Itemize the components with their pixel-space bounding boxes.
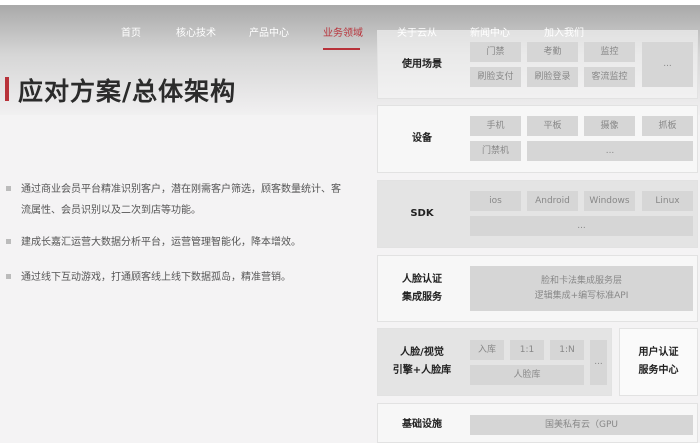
bullet-icon — [6, 186, 11, 191]
cell: 手机 — [470, 116, 521, 136]
row-label: SDK — [410, 208, 434, 219]
cell: ... — [590, 340, 607, 385]
nav-active-underline — [323, 48, 360, 50]
cell: 国美私有云（GPU — [470, 415, 693, 435]
cell: 门禁机 — [470, 141, 521, 161]
row-engine: 人脸/视觉 引擎+人脸库 — [377, 328, 612, 396]
cell: 抓板 — [642, 116, 693, 136]
row-label: 引擎+人脸库 — [392, 365, 452, 376]
cell-line: 脸和卡法集成服务层 — [540, 275, 622, 286]
cell: 脸和卡法集成服务层 逻辑集成+编写标准API — [470, 266, 693, 311]
title-accent-bar — [5, 77, 9, 101]
user-auth-center: 用户认证 服务中心 — [619, 328, 698, 396]
nav-core-tech[interactable]: 核心技术 — [176, 24, 216, 39]
row-label: 人脸认证 — [402, 274, 442, 285]
cell: Linux — [642, 191, 693, 211]
cell: ... — [527, 141, 693, 161]
cell: 客流监控 — [584, 67, 635, 87]
cell: ... — [642, 42, 693, 87]
cell: 刷脸支付 — [470, 67, 521, 87]
cell: 摄像 — [584, 116, 635, 136]
row-label: 服务中心 — [638, 365, 679, 376]
bullet-text: 通过线下互动游戏，打通顾客线上线下数据孤岛，精准营销。 — [21, 272, 291, 283]
cell-line: 逻辑集成+编写标准API — [534, 290, 629, 301]
row-label: 使用场景 — [402, 59, 442, 70]
cell: 刷脸登录 — [527, 67, 578, 87]
cell: Windows — [584, 191, 635, 211]
cell: Android — [527, 191, 578, 211]
nav-join[interactable]: 加入我们 — [544, 24, 584, 39]
cell: 考勤 — [527, 42, 578, 62]
cell: 1:N — [550, 340, 584, 360]
row-label: 用户认证 — [638, 347, 679, 358]
row-label: 集成服务 — [402, 292, 442, 303]
cell: 人脸库 — [470, 365, 584, 385]
cell: 入库 — [470, 340, 504, 360]
cell: 平板 — [527, 116, 578, 136]
cell: 1:1 — [510, 340, 544, 360]
cell: ... — [470, 216, 693, 236]
nav-about[interactable]: 关于云从 — [397, 24, 437, 39]
row-label: 设备 — [412, 133, 432, 144]
row-label: 基础设施 — [402, 419, 442, 430]
page-title: 应对方案/总体架构 — [18, 77, 237, 106]
bullet-icon — [6, 274, 11, 279]
nav-business[interactable]: 业务领域 — [323, 24, 363, 39]
bullet-text: 通过商业会员平台精准识别客户，潜在刚需客户筛选，顾客数量统计、客流属性、会员识别… — [21, 184, 341, 216]
nav-news[interactable]: 新闻中心 — [470, 24, 510, 39]
cell: 门禁 — [470, 42, 521, 62]
nav-home[interactable]: 首页 — [121, 24, 141, 39]
bullet-icon — [6, 239, 11, 244]
bullet-text: 建成长嘉汇运营大数据分析平台，运营管理智能化，降本增效。 — [21, 237, 301, 248]
row-label: 人脸/视觉 — [400, 347, 444, 358]
cell: ios — [470, 191, 521, 211]
cell: 监控 — [584, 42, 635, 62]
nav-products[interactable]: 产品中心 — [249, 24, 289, 39]
